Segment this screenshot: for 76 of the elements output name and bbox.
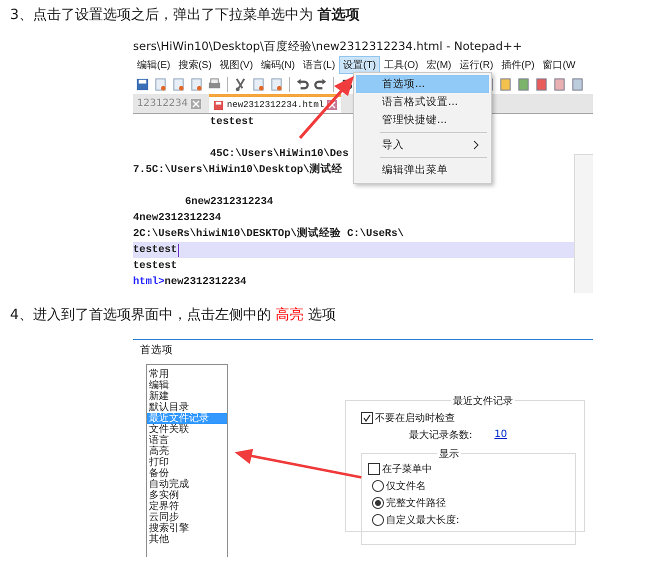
page-icon[interactable] bbox=[498, 76, 513, 92]
file-tab[interactable]: new2312312234.html bbox=[208, 94, 342, 113]
code-line: testest bbox=[210, 115, 254, 130]
scissors-icon[interactable] bbox=[233, 76, 248, 92]
page-icon[interactable] bbox=[251, 76, 266, 92]
category-item[interactable]: 默认目录 bbox=[147, 402, 227, 413]
page-icon[interactable] bbox=[516, 76, 531, 92]
category-item[interactable]: 常用 bbox=[147, 369, 227, 380]
step-instruction: 4、进入到了首选项界面中，点击左侧中的 高亮 选项 bbox=[9, 306, 337, 325]
category-item[interactable]: 语言 bbox=[147, 435, 227, 446]
code-line: testest bbox=[133, 243, 178, 258]
checkbox[interactable] bbox=[368, 462, 380, 474]
category-item[interactable]: 新建 bbox=[147, 391, 227, 402]
menu-item[interactable]: 语言(L) bbox=[298, 56, 340, 74]
page-icon[interactable] bbox=[189, 76, 204, 92]
category-item[interactable]: 高亮 bbox=[147, 446, 227, 457]
code-line: testest bbox=[133, 259, 178, 274]
menu-option[interactable]: 编辑弹出菜单 bbox=[356, 161, 489, 179]
code-line: 7.5C:\Users\HiWin10\Desktop\测试经 bbox=[133, 162, 342, 178]
text-caret bbox=[178, 244, 180, 256]
checkbox[interactable] bbox=[361, 412, 373, 424]
page-icon[interactable] bbox=[534, 76, 549, 92]
code-line: 2C:\UseRs\hiwiN10\DESKTOp\测试经验 C:\UseRs\ bbox=[133, 226, 404, 242]
code-line: 6new2312312234 bbox=[185, 195, 274, 210]
category-item[interactable]: 文件关联 bbox=[147, 424, 227, 435]
menu-item[interactable]: 视图(V) bbox=[216, 56, 258, 74]
category-item[interactable]: 备份 bbox=[147, 468, 227, 479]
menu-item[interactable]: 编辑(E) bbox=[133, 56, 174, 74]
undo-icon[interactable] bbox=[295, 76, 310, 92]
menu-item[interactable]: 工具(O) bbox=[380, 56, 422, 74]
category-item[interactable]: 其他 bbox=[147, 534, 227, 545]
menu-item[interactable]: 设置(T) bbox=[339, 56, 380, 74]
close-icon[interactable] bbox=[190, 98, 201, 108]
group-legend: 显示 bbox=[437, 447, 461, 461]
category-item[interactable]: 编辑 bbox=[147, 380, 227, 391]
page-icon[interactable] bbox=[171, 76, 186, 92]
page-icon[interactable] bbox=[552, 76, 567, 92]
menu-item[interactable]: 插件(P) bbox=[497, 56, 539, 74]
window-title: sers\HiWin10\Desktop\百度经验\new2312312234.html - Notepad++ bbox=[133, 38, 524, 55]
chevron-icon bbox=[473, 140, 479, 150]
page-icon[interactable] bbox=[570, 76, 585, 92]
menu-option[interactable]: 首选项... bbox=[356, 75, 489, 93]
menu-item[interactable]: 编码(N) bbox=[257, 56, 299, 74]
category-item[interactable]: 云同步 bbox=[147, 512, 227, 523]
count-link[interactable]: 10 bbox=[494, 429, 508, 440]
menu-item[interactable]: 窗口(W bbox=[538, 56, 580, 74]
redo-icon[interactable] bbox=[313, 76, 328, 92]
menu-item[interactable]: 宏(M) bbox=[422, 56, 456, 74]
menu-item[interactable]: 运行(R) bbox=[455, 56, 498, 74]
checkbox-label: 不要在启动时检查 bbox=[375, 412, 455, 424]
code-line: html>new2312312234 bbox=[133, 275, 246, 290]
page-icon[interactable] bbox=[269, 76, 284, 92]
radio-button[interactable] bbox=[372, 514, 384, 526]
menu-option[interactable]: 导入 bbox=[356, 136, 489, 154]
radio-button[interactable] bbox=[372, 496, 384, 508]
checkbox-label: 在子菜单中 bbox=[382, 462, 432, 476]
category-item[interactable]: 搜索引擎 bbox=[147, 523, 227, 534]
dialog-title: 首选项 bbox=[133, 339, 593, 364]
printer-icon[interactable] bbox=[207, 76, 222, 92]
category-item[interactable]: 定界符 bbox=[147, 501, 227, 512]
category-item[interactable]: 打印 bbox=[147, 457, 227, 468]
code-line: 45C:\Users\HiWin10\Des bbox=[210, 147, 349, 162]
step-instruction: 3、点击了设置选项之后，弹出了下拉菜单选中为 首选项 bbox=[9, 6, 360, 25]
field-label: 最大记录条数: bbox=[409, 428, 472, 442]
code-line: 4new2312312234 bbox=[133, 211, 222, 226]
page-icon[interactable] bbox=[153, 76, 168, 92]
radio-button[interactable] bbox=[372, 480, 384, 492]
radio-label: 完整文件路径 bbox=[386, 496, 446, 510]
category-item[interactable]: 多实例 bbox=[147, 490, 227, 501]
menu-option[interactable]: 语言格式设置... bbox=[356, 93, 489, 111]
menu-option[interactable]: 管理快捷键... bbox=[356, 111, 489, 129]
radio-label: 自定义最大长度: bbox=[386, 514, 460, 526]
group-legend: 最近文件记录 bbox=[451, 394, 515, 408]
category-item[interactable]: 自动完成 bbox=[147, 479, 227, 490]
radio-label: 仅文件名 bbox=[386, 480, 426, 492]
menu-item[interactable]: 搜索(S) bbox=[174, 56, 216, 74]
